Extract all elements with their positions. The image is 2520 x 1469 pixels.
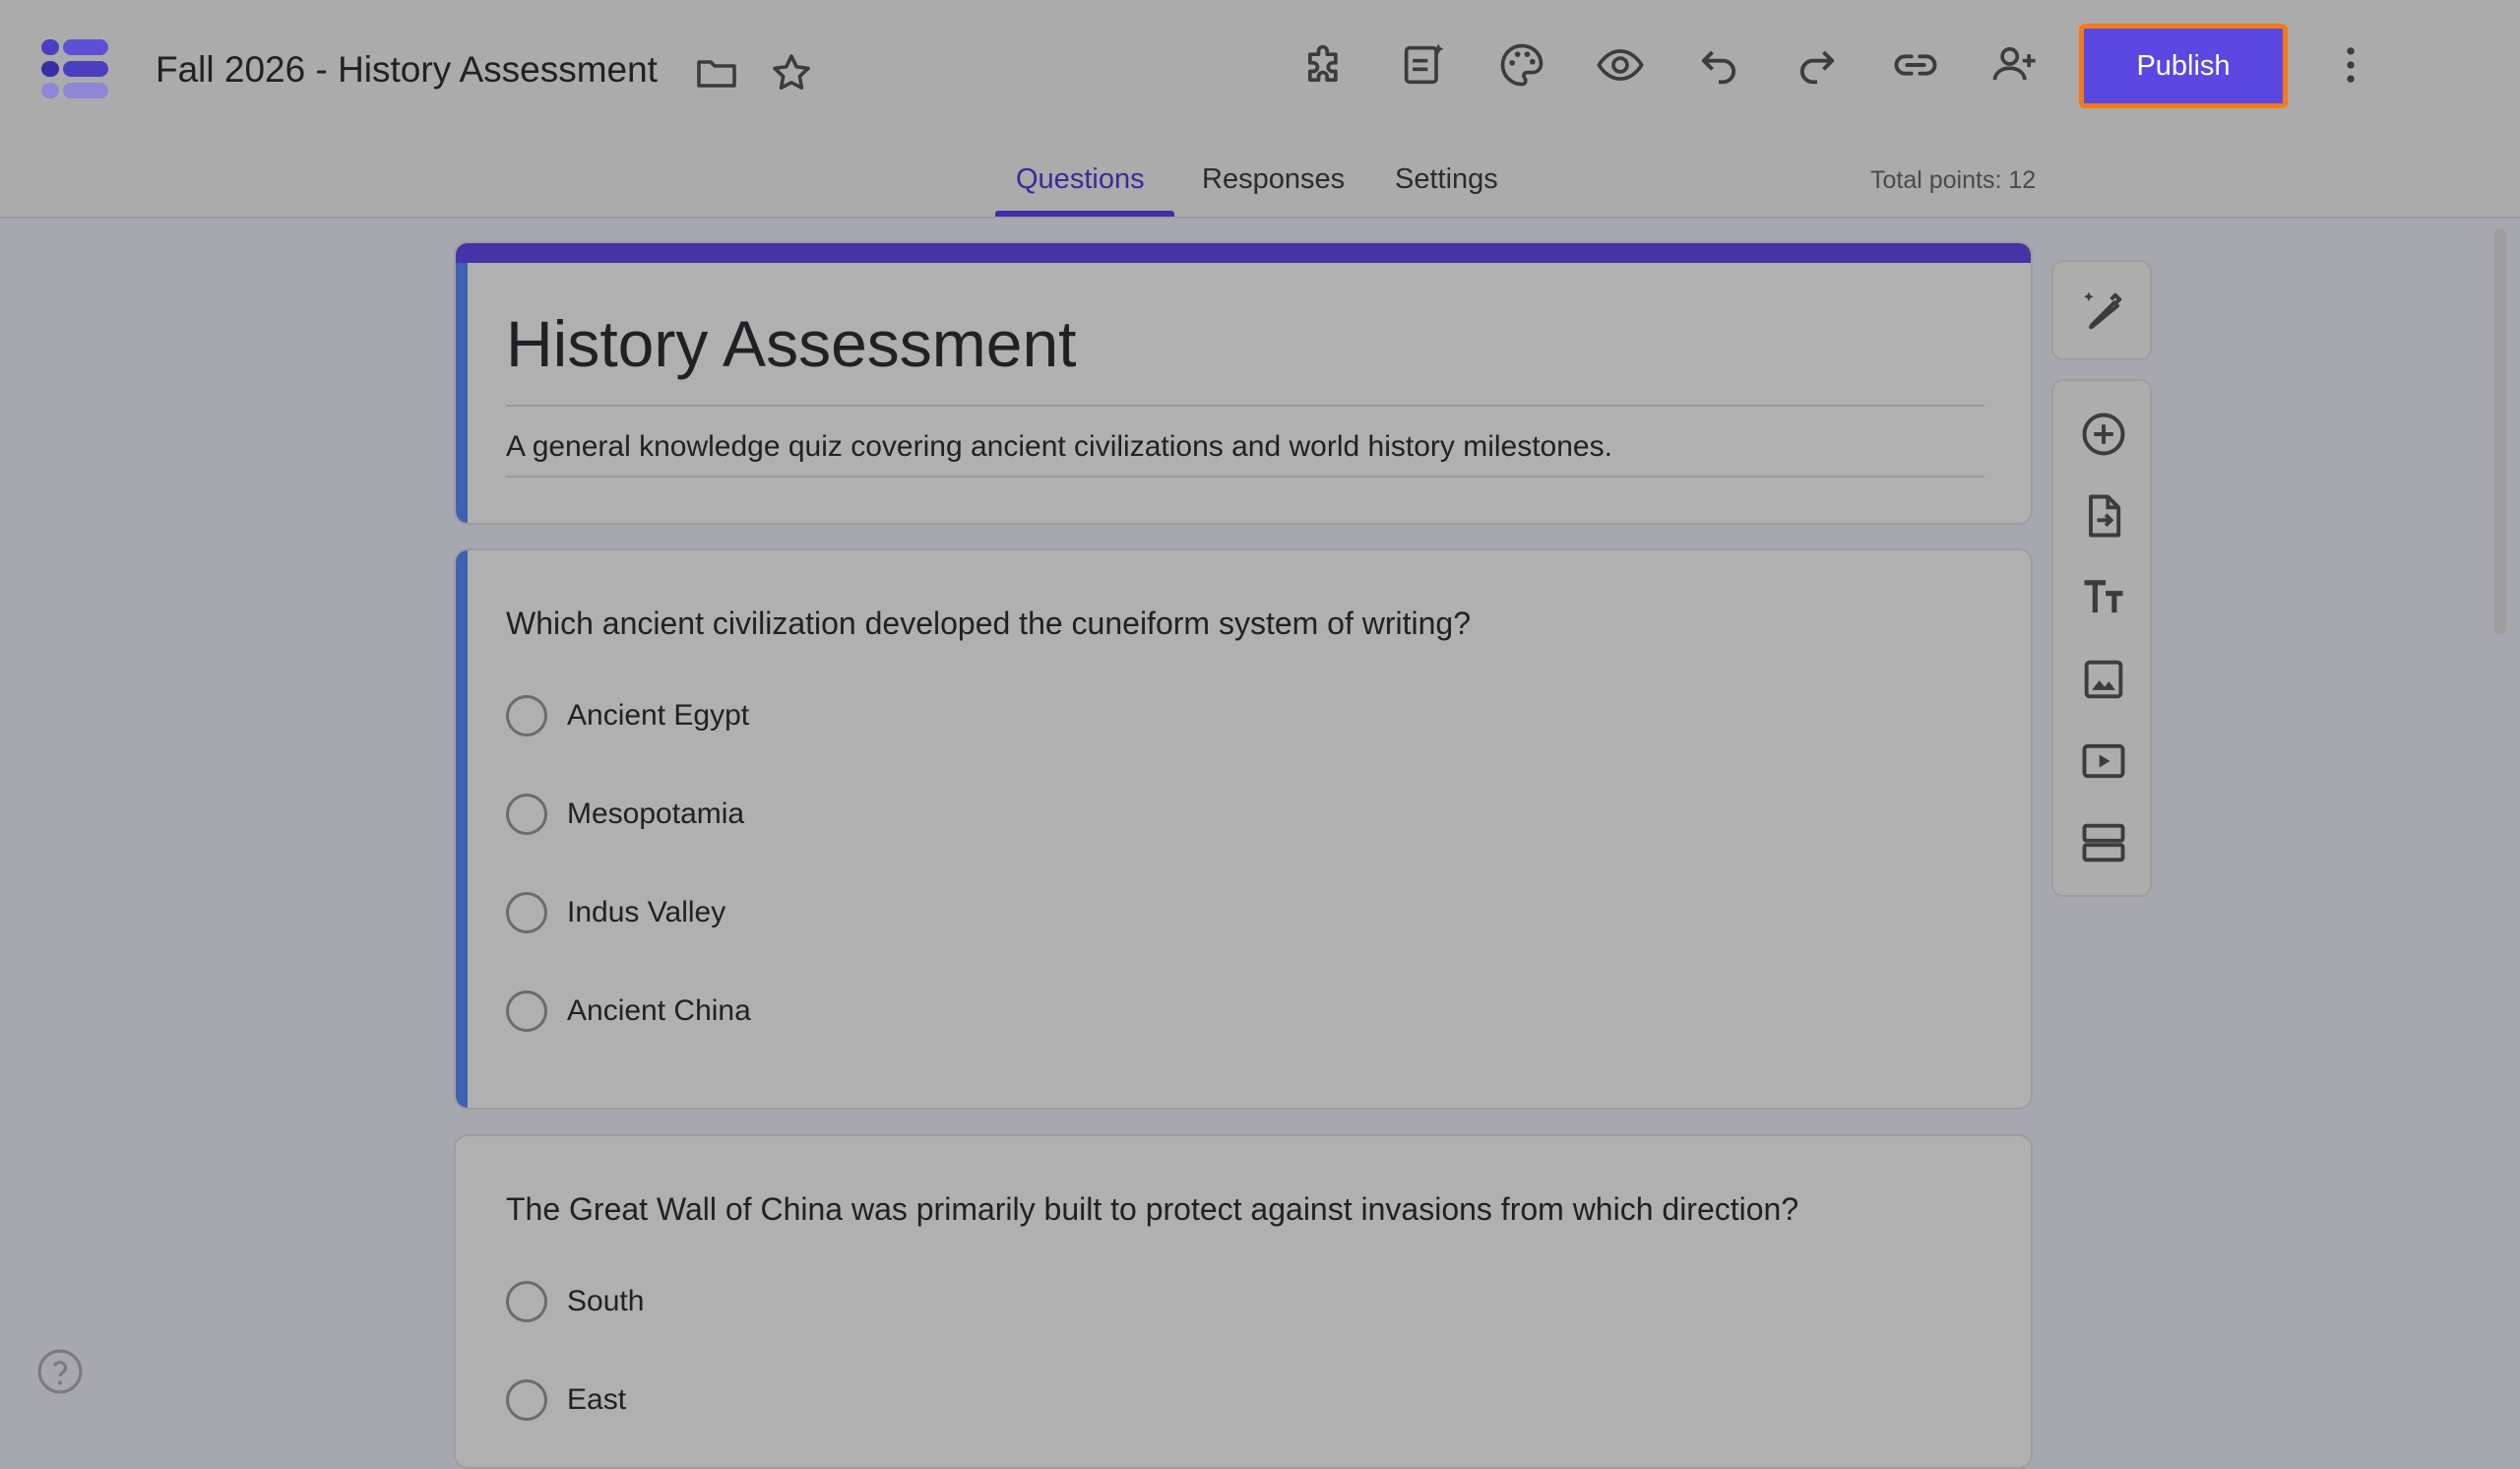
option-label: Indus Valley [567,896,726,928]
form-title[interactable]: History Assessment [506,306,1077,381]
top-bar: Fall 2026 - History Assessment Publish Q… [0,0,2520,219]
radio-button[interactable] [506,794,547,835]
addons-icon[interactable] [1299,39,1351,91]
option-label: Mesopotamia [567,798,745,830]
palette-icon[interactable] [1496,39,1547,91]
folder-icon[interactable] [693,49,740,96]
card-selected-accent [456,550,468,1108]
add-image-icon[interactable] [2078,654,2129,705]
add-collaborator-icon[interactable] [1988,39,2040,91]
radio-button[interactable] [506,892,547,933]
ai-edit-panel [2051,260,2152,360]
add-question-icon[interactable] [2078,409,2129,460]
form-header-card[interactable]: History Assessment A general knowledge q… [454,241,2033,525]
divider [506,405,1984,407]
option-label: Ancient China [567,994,751,1027]
ai-edit-icon[interactable] [2078,286,2129,337]
card-selected-accent [456,263,468,523]
radio-button[interactable] [506,1379,547,1421]
app-logo-icon[interactable] [41,37,112,102]
divider [506,476,1984,478]
star-icon[interactable] [768,49,815,96]
option-label: Ancient Egypt [567,699,750,732]
tab-questions[interactable]: Questions [1016,163,1145,196]
option-label: South [567,1285,645,1317]
help-icon[interactable] [35,1347,85,1396]
publish-button[interactable]: Publish [2079,24,2288,108]
radio-button[interactable] [506,695,547,736]
import-questions-icon[interactable] [2078,490,2129,542]
total-points: Total points: 12 [1870,166,2037,194]
form-description[interactable]: A general knowledge quiz covering ancien… [506,430,1612,464]
side-toolbar [2051,379,2152,897]
document-title[interactable]: Fall 2026 - History Assessment [156,49,658,91]
tab-settings[interactable]: Settings [1395,163,1498,196]
ai-form-icon[interactable] [1398,39,1449,91]
redo-icon[interactable] [1792,39,1843,91]
radio-button[interactable] [506,1281,547,1322]
add-video-icon[interactable] [2078,735,2129,787]
active-tab-indicator [995,211,1174,217]
question-text[interactable]: Which ancient civilization developed the… [506,606,1471,642]
add-title-icon[interactable] [2078,572,2129,623]
add-section-icon[interactable] [2078,817,2129,868]
radio-button[interactable] [506,990,547,1032]
question-text[interactable]: The Great Wall of China was primarily bu… [506,1191,1798,1228]
option-label: East [567,1383,627,1416]
undo-icon[interactable] [1693,39,1744,91]
form-accent-bar [456,243,2031,263]
tab-responses[interactable]: Responses [1202,163,1345,196]
more-vert-icon[interactable] [2325,39,2376,91]
question-card[interactable]: The Great Wall of China was primarily bu… [454,1134,2033,1469]
scrollbar[interactable] [2494,228,2506,634]
question-card[interactable]: Which ancient civilization developed the… [454,548,2033,1110]
link-icon[interactable] [1890,39,1941,91]
preview-eye-icon[interactable] [1595,39,1646,91]
